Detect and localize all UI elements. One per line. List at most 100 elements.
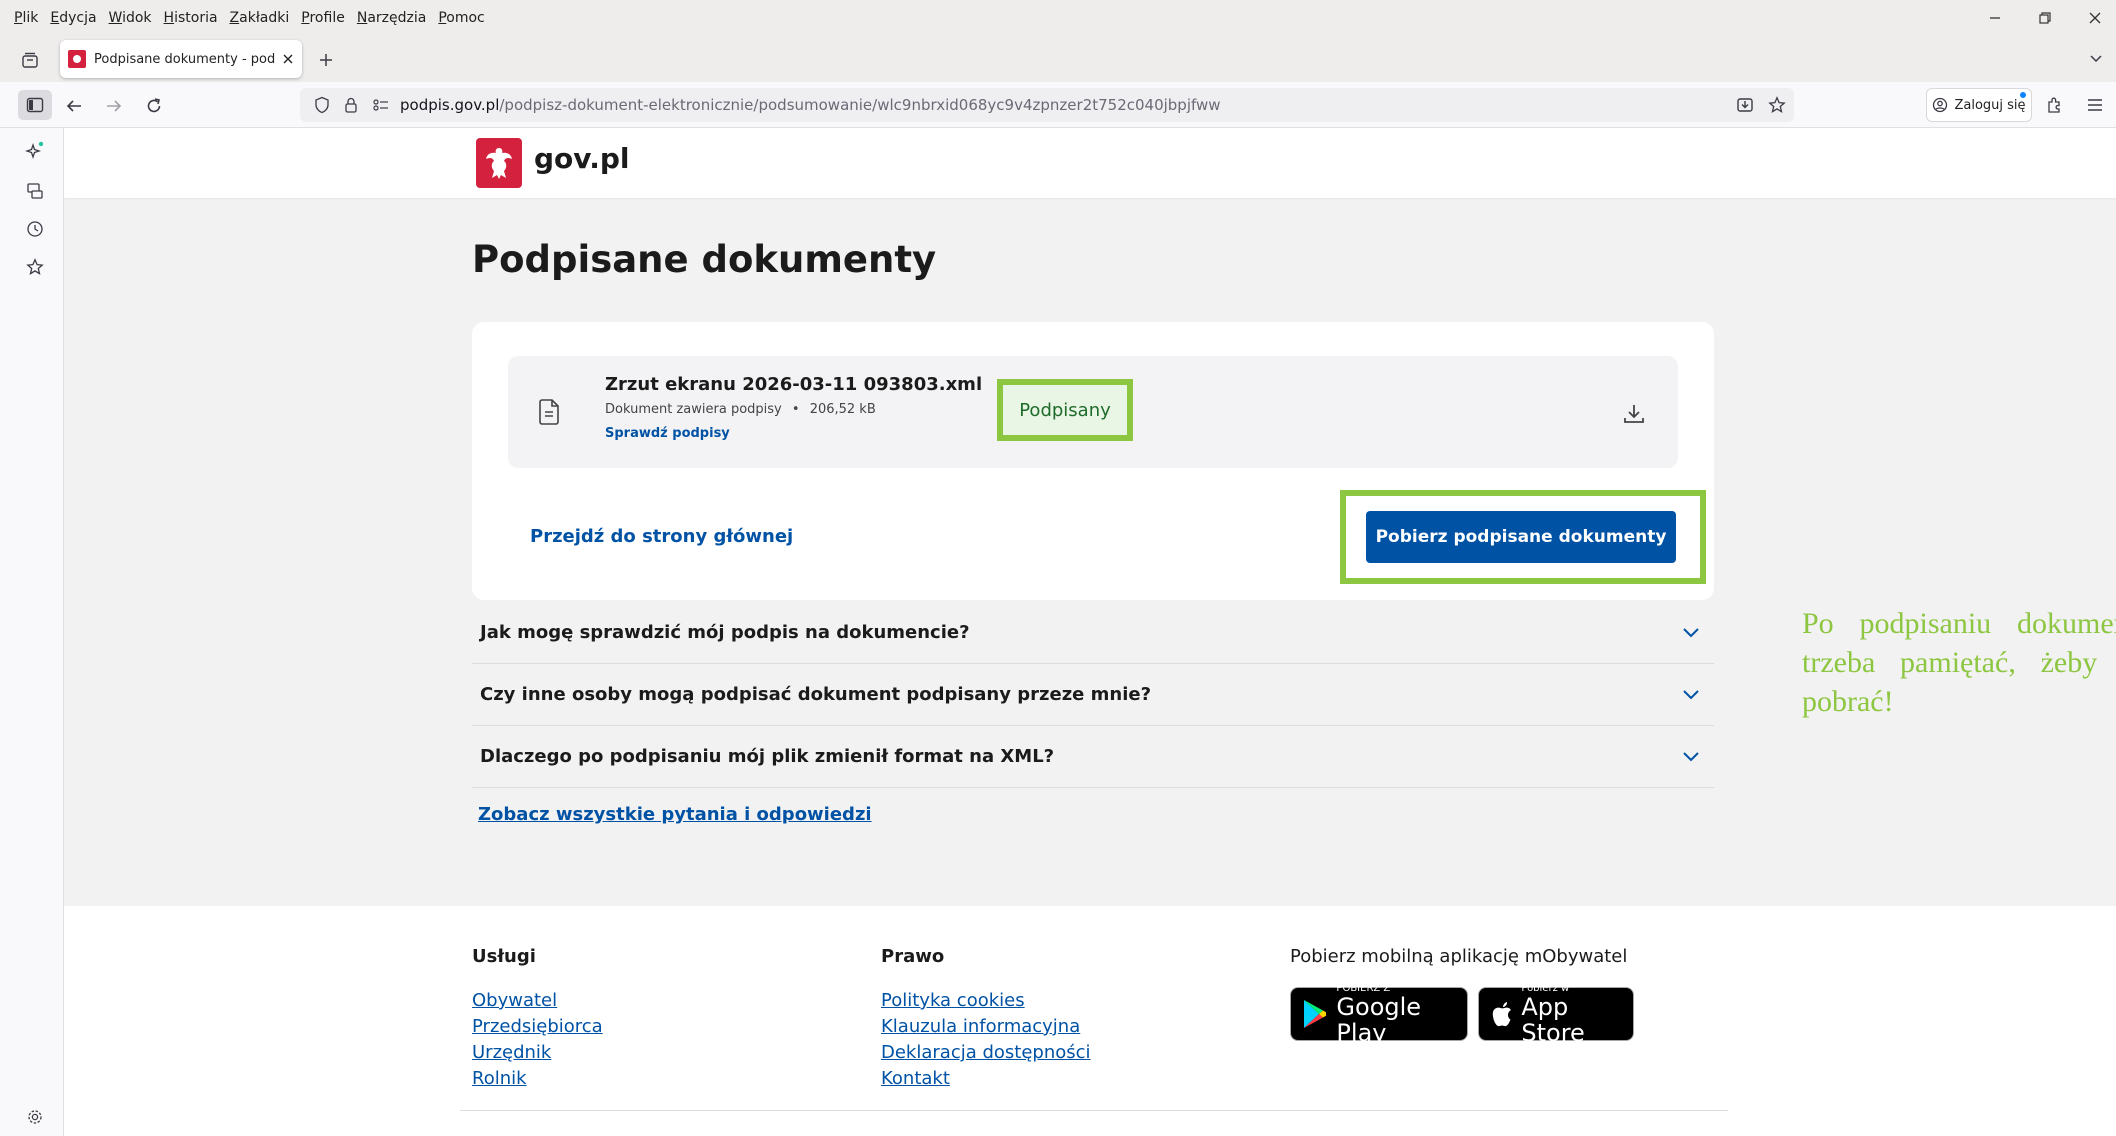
synced-tabs-icon (27, 183, 43, 199)
permissions-icon (373, 99, 388, 111)
footer-link-cookies[interactable]: Polityka cookies (881, 990, 1025, 1011)
footer-link-contact[interactable]: Kontakt (881, 1068, 950, 1089)
shield-icon (315, 96, 329, 114)
chevron-down-icon (1683, 751, 1699, 761)
restore-button[interactable] (2018, 0, 2072, 36)
eagle-icon (73, 55, 81, 63)
menu-bookmarks[interactable]: Zakładki (230, 10, 290, 26)
sidebar-history[interactable] (22, 216, 48, 242)
sidebar-icon (26, 97, 44, 113)
forward-button[interactable] (100, 92, 128, 120)
star-icon (26, 258, 44, 275)
site-header: gov.pl (64, 128, 2116, 198)
sidebar-ai-chatbot[interactable] (22, 138, 48, 164)
save-to-pocket-button[interactable] (1732, 92, 1758, 118)
all-faq-link[interactable]: Zobacz wszystkie pytania i odpowiedzi (478, 804, 872, 825)
menu-profiles[interactable]: Profile (301, 10, 345, 26)
list-all-tabs-button[interactable] (2084, 46, 2108, 70)
hamburger-icon (2088, 99, 2102, 111)
back-button[interactable] (60, 92, 88, 120)
footer-link-official[interactable]: Urzędnik (472, 1042, 551, 1063)
google-play-small-text: POBIERZ Z (1336, 982, 1391, 994)
download-signed-documents-button[interactable]: Pobierz podpisane dokumenty (1366, 511, 1676, 563)
google-play-badge[interactable]: POBIERZ Z Google Play (1290, 983, 1468, 1046)
lock-icon (345, 97, 357, 113)
google-play-big-text: Google Play (1336, 992, 1422, 1047)
file-name: Zrzut ekranu 2026-03-11 093803.xml (605, 374, 983, 395)
extensions-button[interactable] (2042, 92, 2068, 118)
close-icon (2089, 12, 2101, 24)
gov-logo[interactable] (476, 138, 522, 188)
sign-in-label: Zaloguj się (1954, 97, 2026, 113)
restore-icon (2039, 12, 2051, 24)
tab-overview-button[interactable] (16, 46, 44, 74)
check-signatures-link[interactable]: Sprawdź podpisy (605, 426, 730, 441)
chevron-down-icon (1683, 689, 1699, 699)
faq-question: Czy inne osoby mogą podpisać dokument po… (480, 684, 1152, 705)
chevron-down-icon (1683, 627, 1699, 637)
file-size: 206,52 kB (809, 402, 876, 417)
footer-law-title: Prawo (881, 946, 945, 967)
footer-link-privacy[interactable]: Klauzula informacyjna (881, 1016, 1080, 1037)
logo-text[interactable]: gov.pl (534, 142, 630, 175)
footer-app-title: Pobierz mobilną aplikację mObywatel (1290, 946, 1628, 967)
sidebar-synced-tabs[interactable] (22, 178, 48, 204)
faq-question: Jak mogę sprawdzić mój podpis na dokumen… (480, 622, 970, 643)
eagle-icon (486, 148, 512, 179)
bookmark-star-button[interactable] (1764, 92, 1790, 118)
footer-link-farmer[interactable]: Rolnik (472, 1068, 527, 1089)
app-store-big-text: App Store (1521, 992, 1585, 1047)
tab-close-icon[interactable] (282, 53, 294, 65)
footer-divider (460, 1110, 1728, 1111)
faq-item[interactable]: Dlaczego po podpisaniu mój plik zmienił … (472, 726, 1714, 788)
new-tab-button[interactable] (312, 46, 340, 74)
minimize-button[interactable] (1968, 0, 2022, 36)
document-icon (538, 398, 562, 426)
menu-help[interactable]: Pomoc (438, 10, 484, 26)
faq-question: Dlaczego po podpisaniu mój plik zmienił … (480, 746, 1055, 767)
download-page-icon (1737, 98, 1753, 112)
sidebar-bookmarks[interactable] (22, 254, 48, 280)
sign-in-button[interactable]: Zaloguj się (1926, 88, 2032, 122)
notification-dot (2020, 92, 2026, 98)
reload-icon (147, 98, 161, 113)
sparkle-icon (25, 141, 44, 160)
arrow-left-icon (66, 100, 81, 112)
faq-item[interactable]: Czy inne osoby mogą podpisać dokument po… (472, 664, 1714, 726)
file-signature-info: Dokument zawiera podpisy (605, 402, 782, 417)
footer-link-accessibility[interactable]: Deklaracja dostępności (881, 1042, 1091, 1063)
star-icon (1768, 96, 1786, 113)
menu-tools[interactable]: Narzędzia (357, 10, 427, 26)
close-window-button[interactable] (2068, 0, 2116, 36)
menu-file[interactable]: Plik (14, 10, 38, 26)
address-bar[interactable]: podpis.gov.pl/podpisz-dokument-elektroni… (300, 88, 1794, 122)
arrow-right-icon (107, 100, 122, 112)
menu-history[interactable]: Historia (164, 10, 218, 26)
minimize-icon (1990, 17, 2000, 19)
menu-view[interactable]: Widok (109, 10, 152, 26)
puzzle-icon (2048, 97, 2060, 113)
gear-icon (28, 1110, 42, 1124)
faq-item[interactable]: Jak mogę sprawdzić mój podpis na dokumen… (472, 602, 1714, 664)
app-store-small-text: Pobierz w (1521, 982, 1570, 994)
footer-link-citizen[interactable]: Obywatel (472, 990, 557, 1011)
page-title: Podpisane dokumenty (472, 238, 937, 281)
download-file-button[interactable] (1618, 398, 1650, 430)
menu-edit[interactable]: Edycja (50, 10, 96, 26)
account-icon (1933, 97, 1948, 113)
app-store-badge[interactable]: Pobierz w App Store (1478, 983, 1634, 1046)
browser-tab-active[interactable]: Podpisane dokumenty - podpis (60, 40, 302, 78)
footer-link-entrepreneur[interactable]: Przedsiębiorca (472, 1016, 603, 1037)
home-link[interactable]: Przejdź do strony głównej (530, 526, 793, 547)
app-menu-button[interactable] (2082, 92, 2108, 118)
sidebar-settings[interactable] (22, 1104, 48, 1130)
tab-title: Podpisane dokumenty - podpis (94, 51, 276, 67)
reload-button[interactable] (140, 92, 168, 120)
chevron-down-icon (2090, 55, 2102, 63)
annotation-note: Po podpisaniu dokumentu trzeba pamiętać,… (1802, 607, 2116, 718)
menu-bar: Plik Edycja Widok Historia Zakładki Prof… (0, 0, 2116, 36)
sidebar-toggle-button[interactable] (18, 90, 52, 120)
gov-favicon (68, 50, 86, 68)
file-meta: Dokument zawiera podpisy • 206,52 kB (605, 402, 876, 417)
tab-list-icon (22, 52, 38, 68)
